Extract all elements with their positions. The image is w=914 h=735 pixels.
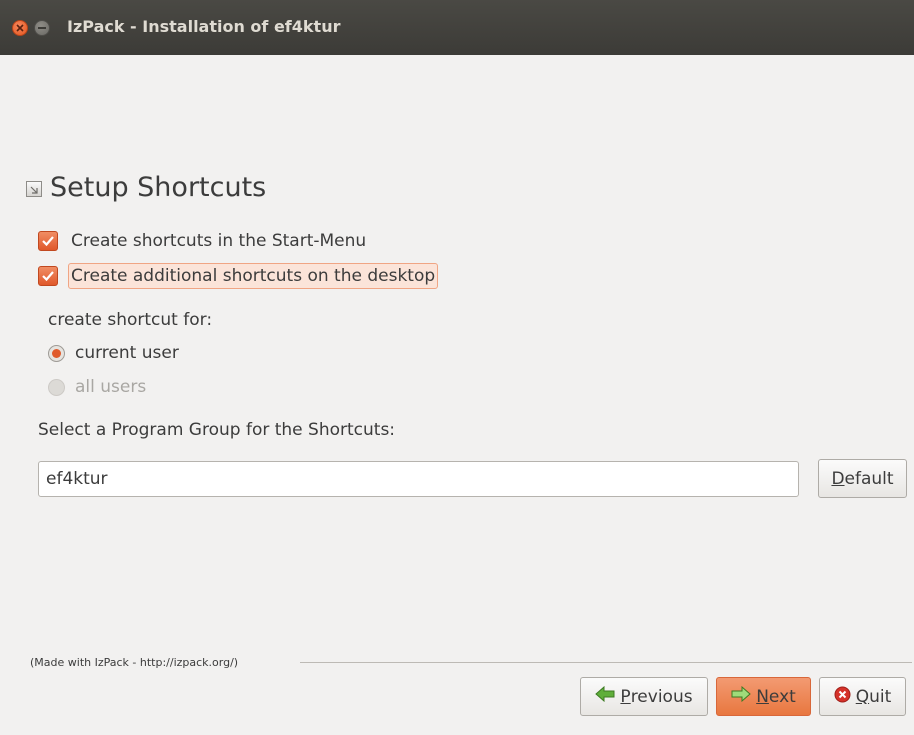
next-button[interactable]: Next: [716, 677, 811, 716]
start-menu-label[interactable]: Create shortcuts in the Start-Menu: [68, 228, 369, 254]
default-button-mnemonic: D: [831, 468, 845, 489]
minimize-icon[interactable]: [34, 20, 50, 36]
previous-button-label: revious: [630, 686, 693, 707]
default-button-label: efault: [844, 468, 894, 489]
desktop-label[interactable]: Create additional shortcuts on the deskt…: [68, 263, 439, 289]
installer-window: IzPack - Installation of ef4ktur Setup S…: [0, 0, 914, 735]
all-users-radio: [48, 378, 65, 396]
next-button-mnemonic: N: [756, 686, 769, 707]
start-menu-shortcut-option[interactable]: Create shortcuts in the Start-Menu: [38, 226, 369, 256]
next-button-label: ext: [768, 686, 796, 707]
panel-icon: [26, 181, 42, 197]
footer-divider: [300, 662, 912, 663]
quit-button[interactable]: Quit: [819, 677, 906, 716]
shortcut-for-heading: create shortcut for:: [48, 310, 213, 330]
all-users-option: all users: [48, 374, 146, 400]
start-menu-checkbox[interactable]: [38, 231, 58, 251]
current-user-option[interactable]: current user: [48, 340, 179, 366]
program-group-input[interactable]: [38, 461, 799, 497]
window-title: IzPack - Installation of ef4ktur: [67, 17, 341, 36]
close-icon[interactable]: [12, 20, 28, 36]
credit-text: (Made with IzPack - http://izpack.org/): [30, 656, 239, 669]
arrow-left-icon: [595, 685, 615, 707]
desktop-shortcut-option[interactable]: Create additional shortcuts on the deskt…: [38, 261, 439, 291]
desktop-checkbox[interactable]: [38, 266, 58, 286]
program-group-label: Select a Program Group for the Shortcuts…: [38, 420, 396, 440]
all-users-label: all users: [75, 377, 147, 397]
cancel-icon: [834, 686, 851, 708]
quit-button-mnemonic: Q: [855, 686, 870, 707]
page-title: Setup Shortcuts: [50, 172, 267, 203]
default-button[interactable]: Default: [818, 459, 907, 498]
previous-button[interactable]: Previous: [580, 677, 708, 716]
quit-button-label: uit: [869, 686, 892, 707]
current-user-label[interactable]: current user: [75, 343, 179, 363]
previous-button-mnemonic: P: [620, 686, 631, 707]
arrow-right-icon: [731, 685, 751, 707]
current-user-radio[interactable]: [48, 344, 65, 362]
title-bar: IzPack - Installation of ef4ktur: [0, 0, 914, 55]
